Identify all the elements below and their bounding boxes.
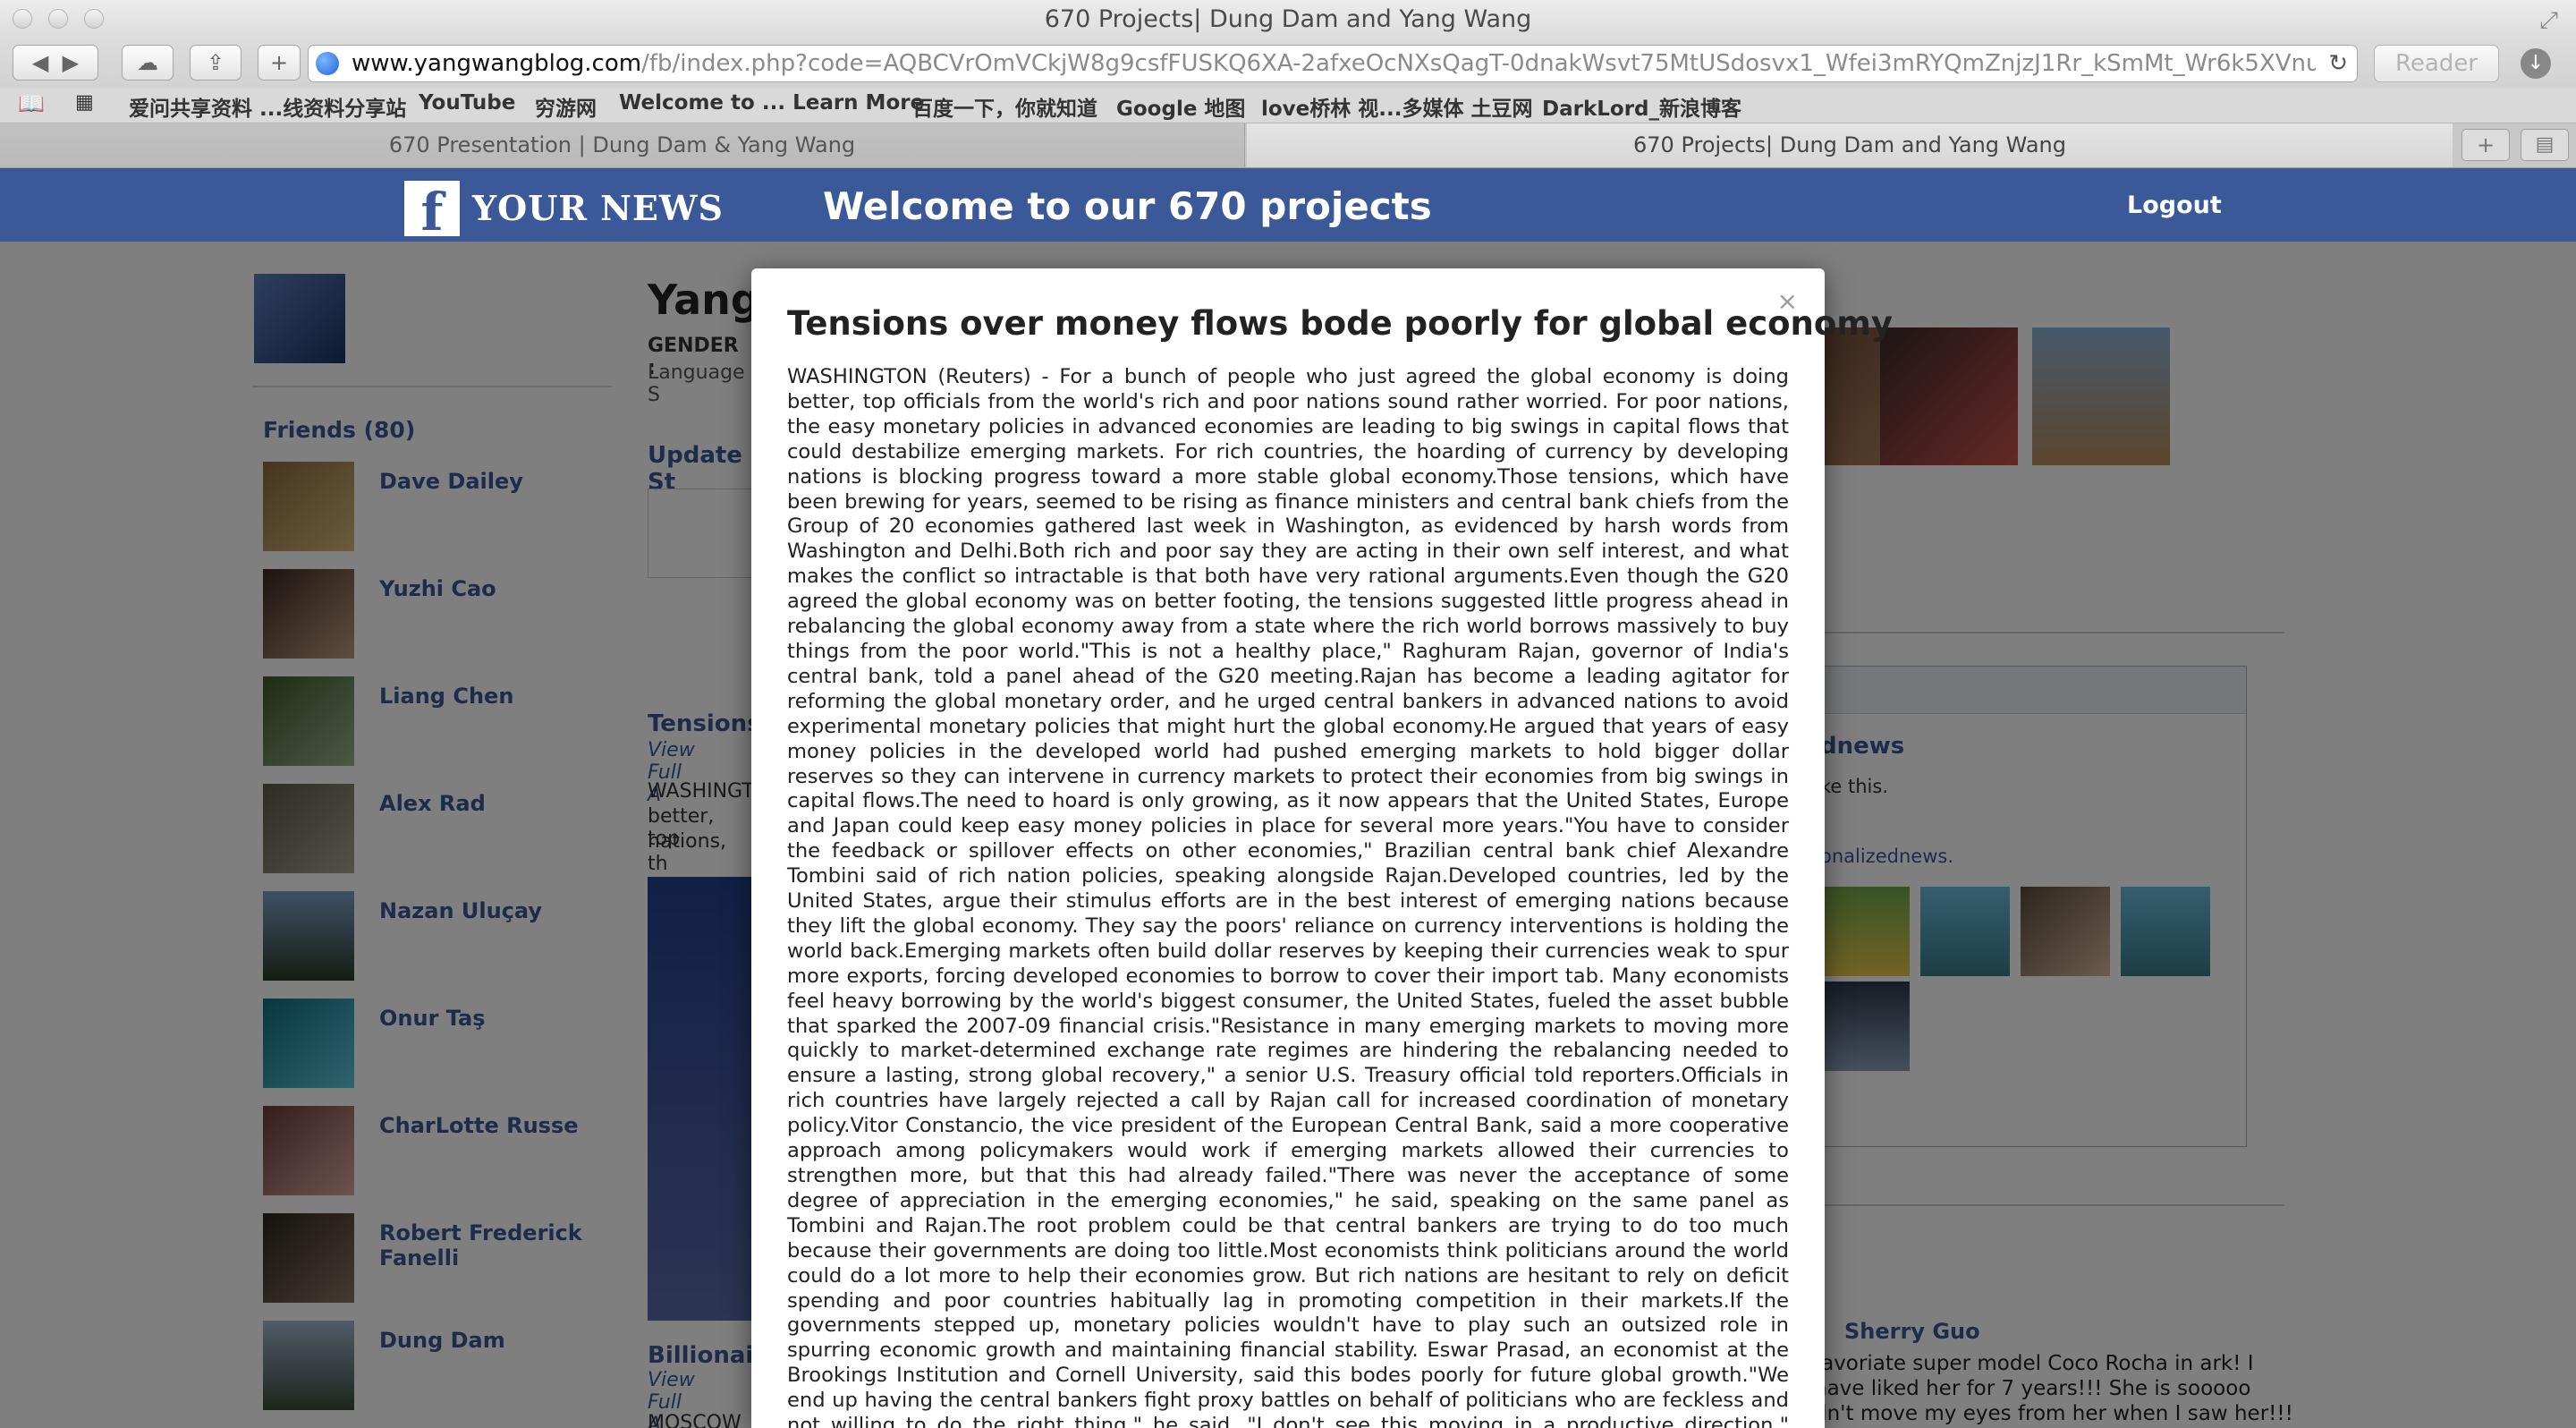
site-brand: YOUR NEWS: [472, 188, 724, 228]
fullscreen-icon[interactable]: ⤢: [2539, 7, 2558, 35]
bookmark-item[interactable]: 爱问共享资料 ...线资料分享站: [129, 91, 406, 122]
url-host: www.yangwangblog.com: [352, 50, 642, 77]
logout-link[interactable]: Logout: [2127, 191, 2222, 219]
tab-bar: 670 Presentation | Dung Dam & Yang Wang …: [0, 123, 2576, 168]
back-arrow-icon[interactable]: ◀: [32, 50, 48, 75]
new-tab-button[interactable]: +: [2462, 129, 2510, 161]
bookmark-item[interactable]: DarkLord_新浪博客: [1542, 91, 1741, 122]
share-button[interactable]: ⇪: [190, 45, 242, 81]
forward-arrow-icon[interactable]: ▶: [63, 50, 79, 75]
add-bookmark-button[interactable]: +: [258, 45, 301, 81]
bookmarks-bar: 📖 ▦ 爱问共享资料 ...线资料分享站 YouTube 穷游网 Welcome…: [0, 88, 2576, 123]
window-titlebar: 670 Projects| Dung Dam and Yang Wang ⤢: [0, 0, 2576, 39]
bookmark-item[interactable]: 百度一下，你就知道: [912, 91, 1097, 122]
share-icon: ⇪: [206, 50, 225, 75]
facebook-logo-icon: f: [404, 181, 460, 242]
bookmark-item[interactable]: Welcome to ... Learn More: [619, 91, 924, 115]
icloud-tabs-button[interactable]: ☁: [122, 45, 174, 81]
tab-projects[interactable]: 670 Projects| Dung Dam and Yang Wang: [1247, 123, 2453, 167]
back-forward-buttons[interactable]: ◀ ▶: [13, 45, 98, 81]
plus-icon: +: [269, 50, 289, 75]
bookmark-item[interactable]: 穷游网: [535, 91, 597, 122]
globe-icon: [316, 52, 339, 75]
bookmark-item[interactable]: love桥林 视...多媒体 土豆网: [1261, 91, 1533, 122]
article-title: Tensions over money flows bode poorly fo…: [787, 304, 1893, 343]
bookmark-item[interactable]: YouTube: [419, 91, 515, 115]
article-modal: Tensions over money flows bode poorly fo…: [751, 268, 1893, 1428]
browser-toolbar: ◀ ▶ ☁ ⇪ + www.yangwangblog.com/fb/index.…: [0, 39, 2576, 88]
tab-overview-icon[interactable]: ▤: [2521, 129, 2569, 161]
web-page: f YOUR NEWS Welcome to our 670 projects …: [0, 168, 2576, 1428]
download-icon[interactable]: ↓: [2521, 48, 2551, 79]
reader-button[interactable]: Reader: [2374, 45, 2499, 82]
top-sites-grid-icon[interactable]: ▦: [75, 91, 94, 114]
window-title: 670 Projects| Dung Dam and Yang Wang: [1044, 5, 1532, 33]
address-bar[interactable]: www.yangwangblog.com/fb/index.php?code=A…: [308, 45, 2358, 82]
article-body: WASHINGTON (Reuters) - For a bunch of pe…: [787, 365, 1789, 1428]
reading-list-icon[interactable]: 📖: [18, 91, 45, 116]
cloud-icon: ☁: [137, 50, 158, 75]
bookmark-item[interactable]: Google 地图: [1116, 91, 1245, 122]
tab-presentation[interactable]: 670 Presentation | Dung Dam & Yang Wang: [0, 123, 1245, 167]
site-header: f YOUR NEWS Welcome to our 670 projects …: [0, 168, 2576, 242]
welcome-heading: Welcome to our 670 projects: [823, 184, 1432, 228]
url-path: /fb/index.php?code=AQBCVrOmVCkjW8g9csfFU…: [641, 50, 2316, 77]
reload-icon[interactable]: ↻: [2328, 46, 2348, 81]
close-icon[interactable]: ×: [1777, 286, 1798, 316]
